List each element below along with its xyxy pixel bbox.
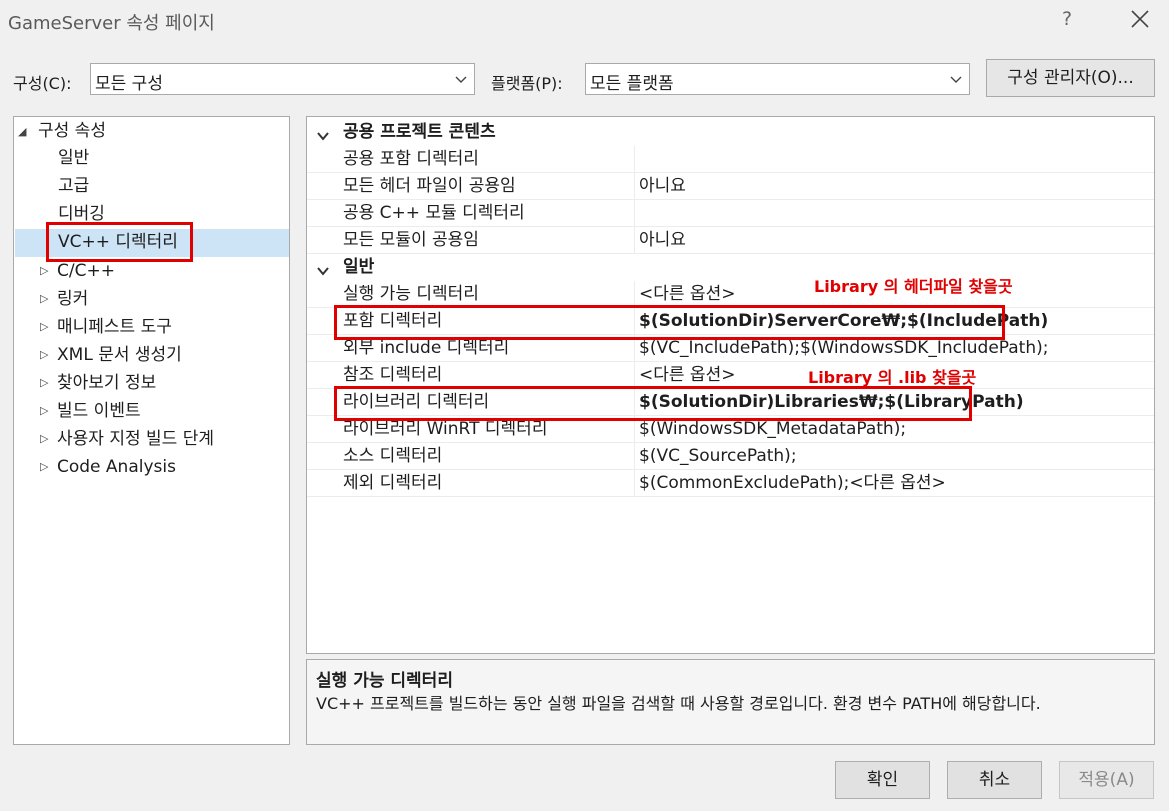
platform-dropdown[interactable]: 모든 플랫폼 xyxy=(585,63,970,95)
property-name: 공용 포함 디렉터리 xyxy=(343,149,479,169)
column-divider xyxy=(634,281,635,308)
property-row[interactable]: 제외 디렉터리 $(CommonExcludePath);<다른 옵션> xyxy=(307,470,1154,497)
chevron-down-icon xyxy=(316,260,330,276)
chevron-down-icon xyxy=(949,72,963,86)
collapsed-arrow-icon[interactable]: ▷ xyxy=(40,348,48,361)
category-header[interactable]: 공용 프로젝트 콘텐츠 xyxy=(307,119,1154,146)
highlight-box-include-dirs xyxy=(334,305,1005,340)
annotation-lib: Library 의 .lib 찾을곳 xyxy=(808,368,977,387)
window-title: GameServer 속성 페이지 xyxy=(8,13,215,34)
property-row[interactable]: 참조 디렉터리 <다른 옵션> xyxy=(307,362,1154,389)
description-title: 실행 가능 디렉터리 xyxy=(316,671,453,691)
help-button[interactable]: ? xyxy=(1062,8,1072,30)
column-divider xyxy=(634,362,635,389)
config-manager-button[interactable]: 구성 관리자(O)... xyxy=(986,59,1155,97)
highlight-box-library-dirs xyxy=(334,386,972,421)
property-value[interactable]: $(CommonExcludePath);<다른 옵션> xyxy=(639,470,1149,497)
collapsed-arrow-icon[interactable]: ▷ xyxy=(40,376,48,389)
property-grid: 공용 프로젝트 콘텐츠 공용 포함 디렉터리 모든 헤더 파일이 공용임 아니요 … xyxy=(306,116,1155,654)
property-name: 참조 디렉터리 xyxy=(343,365,443,385)
tree-item-advanced[interactable]: 고급 xyxy=(58,173,89,200)
column-divider xyxy=(634,443,635,470)
tree-item-code-analysis[interactable]: Code Analysis xyxy=(57,454,176,481)
config-value: 모든 구성 xyxy=(95,74,163,94)
property-name: 소스 디렉터리 xyxy=(343,446,443,466)
property-value[interactable]: $(VC_SourcePath); xyxy=(639,443,1149,470)
tree-item-build-events[interactable]: 빌드 이벤트 xyxy=(57,398,141,425)
property-row[interactable]: 소스 디렉터리 $(VC_SourcePath); xyxy=(307,443,1154,470)
config-dropdown[interactable]: 모든 구성 xyxy=(90,63,475,95)
ok-button[interactable]: 확인 xyxy=(835,761,930,799)
annotation-include: Library 의 헤더파일 찾을곳 xyxy=(814,277,1013,296)
highlight-box-vc-directories xyxy=(46,222,193,262)
tree-root[interactable]: 구성 속성 xyxy=(38,118,106,145)
collapsed-arrow-icon[interactable]: ▷ xyxy=(40,264,48,277)
title-bar: GameServer 속성 페이지 ? xyxy=(0,0,1169,42)
expanded-arrow-icon[interactable]: ◢ xyxy=(18,125,26,138)
property-name: 실행 가능 디렉터리 xyxy=(343,284,479,304)
chevron-down-icon xyxy=(454,72,468,86)
config-label: 구성(C): xyxy=(13,74,72,93)
cancel-button[interactable]: 취소 xyxy=(947,761,1042,799)
column-divider xyxy=(634,146,635,173)
category-title: 일반 xyxy=(343,257,375,277)
category-header[interactable]: 일반 xyxy=(307,254,1154,281)
close-icon[interactable] xyxy=(1126,5,1154,33)
column-divider xyxy=(634,470,635,497)
collapsed-arrow-icon[interactable]: ▷ xyxy=(40,292,48,305)
chevron-down-icon xyxy=(316,125,330,141)
platform-value: 모든 플랫폼 xyxy=(590,74,674,94)
tree-item-general[interactable]: 일반 xyxy=(58,145,89,172)
description-panel: 실행 가능 디렉터리 VC++ 프로젝트를 빌드하는 동안 실행 파일을 검색할… xyxy=(306,659,1155,745)
property-row[interactable]: 공용 포함 디렉터리 xyxy=(307,146,1154,173)
property-row[interactable]: 실행 가능 디렉터리 <다른 옵션> xyxy=(307,281,1154,308)
tree-item-manifest-tool[interactable]: 매니페스트 도구 xyxy=(57,314,172,341)
tree-item-custom-build[interactable]: 사용자 지정 빌드 단계 xyxy=(57,426,214,453)
property-row[interactable]: 공용 C++ 모듈 디렉터리 xyxy=(307,200,1154,227)
property-row[interactable]: 모든 헤더 파일이 공용임 아니요 xyxy=(307,173,1154,200)
column-divider xyxy=(634,227,635,254)
property-row[interactable]: 모든 모듈이 공용임 아니요 xyxy=(307,227,1154,254)
tree-item-cpp[interactable]: C/C++ xyxy=(57,258,115,285)
collapsed-arrow-icon[interactable]: ▷ xyxy=(40,432,48,445)
column-divider xyxy=(634,200,635,227)
category-title: 공용 프로젝트 콘텐츠 xyxy=(343,122,496,142)
description-body: VC++ 프로젝트를 빌드하는 동안 실행 파일을 검색할 때 사용할 경로입니… xyxy=(316,694,1041,713)
property-name: 모든 모듈이 공용임 xyxy=(343,230,479,250)
tree-item-xml-doc[interactable]: XML 문서 생성기 xyxy=(57,342,182,369)
property-name: 제외 디렉터리 xyxy=(343,473,443,493)
property-tree: ◢ 구성 속성 일반 고급 디버깅 VC++ 디렉터리 ▷ C/C++ ▷ 링커… xyxy=(13,116,290,745)
property-value[interactable]: 아니요 xyxy=(639,173,1149,200)
column-divider xyxy=(634,173,635,200)
property-name: 공용 C++ 모듈 디렉터리 xyxy=(343,203,525,223)
property-value[interactable]: 아니요 xyxy=(639,227,1149,254)
collapsed-arrow-icon[interactable]: ▷ xyxy=(40,404,48,417)
tree-item-linker[interactable]: 링커 xyxy=(57,286,88,313)
platform-label: 플랫폼(P): xyxy=(491,74,563,93)
collapsed-arrow-icon[interactable]: ▷ xyxy=(40,320,48,333)
apply-button[interactable]: 적용(A) xyxy=(1059,761,1154,799)
collapsed-arrow-icon[interactable]: ▷ xyxy=(40,460,48,473)
tree-item-browse-info[interactable]: 찾아보기 정보 xyxy=(57,370,156,397)
property-name: 모든 헤더 파일이 공용임 xyxy=(343,176,516,196)
